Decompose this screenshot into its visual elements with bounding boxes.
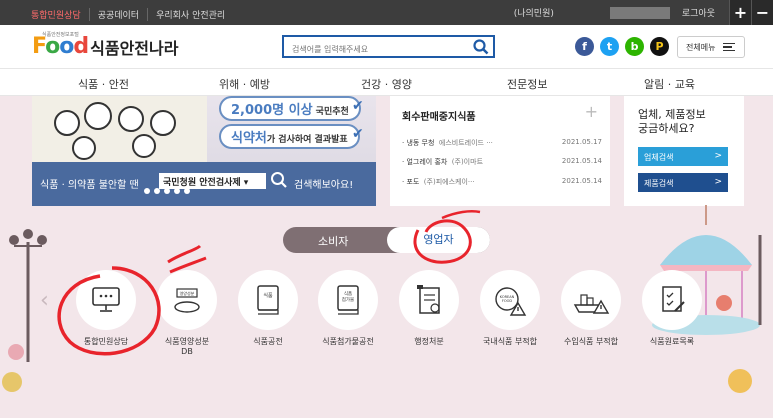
svg-text:FOOD: FOOD <box>502 299 513 303</box>
service-additive-code[interactable]: 식품 첨가물 <box>318 270 378 330</box>
banner-select-box: 국민청원 안전검사제 ▾ <box>159 173 266 189</box>
recall-item[interactable]: · 냉동 무청 에스비트레이드 ··· 2021.05.17 <box>402 138 602 148</box>
company-search-button[interactable]: 업체검색 > <box>638 147 728 166</box>
nav-health-nutrition[interactable]: 건강 · 영양 <box>361 76 412 92</box>
banner-pill-inspect: 식약처가 검사하여 결과발표 <box>219 124 360 149</box>
nav-expert-info[interactable]: 전문정보 <box>507 76 547 92</box>
nav-notice-education[interactable]: 알림 · 교육 <box>644 76 695 92</box>
logo-name: 식품안전나라 <box>90 39 179 58</box>
my-complaints-link[interactable]: (나의민원) <box>514 6 554 19</box>
zoom-out-button[interactable]: − <box>751 0 773 25</box>
service-label: 식품첨가물공전 <box>322 337 374 346</box>
blog-icon[interactable]: b <box>625 37 644 56</box>
toggle-consumer[interactable]: 소비자 <box>318 233 348 249</box>
svg-text:식품: 식품 <box>263 292 273 299</box>
main-nav: 식품 · 안전 위해 · 예방 건강 · 영양 전문정보 알림 · 교육 <box>0 68 773 96</box>
service-label: 수입식품 부적합 <box>563 337 619 346</box>
top-utility-bar: 통합민원상담 공공데이터 우리회사 안전관리 (나의민원) 로그아웃 + − <box>0 0 773 25</box>
magnifier-icon <box>270 171 288 192</box>
search-box <box>282 35 495 59</box>
twitter-icon[interactable]: t <box>600 37 619 56</box>
chevron-right-icon: > <box>714 151 722 161</box>
recall-panel: 회수판매중지식품 + · 냉동 무청 에스비트레이드 ··· 2021.05.17… <box>390 96 610 206</box>
nutrition-plate-icon: 영양성분 <box>174 288 200 313</box>
logout-link[interactable]: 로그아웃 <box>682 6 715 19</box>
search-icon[interactable] <box>473 39 489 59</box>
service-label: 통합민원상담 <box>83 337 129 346</box>
service-consult[interactable] <box>76 270 136 330</box>
svg-text:영양성분: 영양성분 <box>180 290 195 296</box>
service-ingredient-list[interactable] <box>642 270 702 330</box>
user-name-redacted <box>609 6 670 19</box>
check-icon: ✔ <box>352 126 364 142</box>
import-ship-warning-icon <box>573 294 610 314</box>
info-title: 업체, 제품정보 궁금하세요? <box>638 108 706 135</box>
recall-more-button[interactable]: + <box>585 102 598 121</box>
service-label: 행정처분 <box>414 337 444 346</box>
street-lamp-illustration <box>2 229 47 392</box>
product-search-button[interactable]: 제품검색 > <box>638 173 728 192</box>
hamburger-icon <box>723 41 736 54</box>
check-icon: ✔ <box>352 98 364 114</box>
korean-food-warning-icon: KOREANFOOD <box>495 287 527 316</box>
recall-item[interactable]: · 포도 (주)피에스케이··· 2021.05.14 <box>402 177 602 187</box>
service-label: 식품공전 <box>253 337 283 346</box>
banner-pagination[interactable] <box>144 188 190 194</box>
service-label: 식품영양성분 DB <box>164 337 210 356</box>
service-administrative[interactable] <box>399 270 459 330</box>
toggle-business[interactable]: 영업자 <box>387 227 490 253</box>
logo-subtitle: 식품안전정보포털 <box>42 32 79 38</box>
monitor-chat-icon <box>92 287 120 312</box>
top-link-open-data[interactable]: 공공데이터 <box>88 8 147 21</box>
user-type-toggle: 소비자 영업자 <box>283 227 490 253</box>
service-nutrition-db[interactable]: 영양성분 <box>157 270 217 330</box>
chevron-right-icon: > <box>714 177 722 187</box>
recall-item[interactable]: · 얼그레이 홍차 (주)이마트 2021.05.14 <box>402 157 602 167</box>
top-link-company-safety[interactable]: 우리회사 안전관리 <box>147 8 233 21</box>
service-food-code[interactable]: 식품 <box>238 270 298 330</box>
food-book-icon: 식품 <box>257 285 279 315</box>
facebook-icon[interactable]: f <box>575 37 594 56</box>
additive-book-icon: 식품첨가물 <box>337 285 359 315</box>
sns-links: f t b P <box>575 37 669 56</box>
company-info-panel: 업체, 제품정보 궁금하세요? 업체검색 > 제품검색 > <box>624 96 744 206</box>
nav-hazard-prevention[interactable]: 위해 · 예방 <box>219 76 270 92</box>
post-icon[interactable]: P <box>650 37 669 56</box>
recall-title: 회수판매중지식품 <box>402 112 476 123</box>
service-label: 국내식품 부적합 <box>482 337 538 346</box>
carousel-prev-arrow[interactable]: ‹ <box>40 288 49 313</box>
top-links: 통합민원상담 공공데이터 우리회사 안전관리 <box>31 8 233 21</box>
top-link-consult[interactable]: 통합민원상담 <box>31 8 89 21</box>
administrative-document-icon <box>417 285 440 314</box>
service-label: 식품원료목록 <box>649 337 695 346</box>
svg-text:첨가물: 첨가물 <box>342 296 354 303</box>
site-logo[interactable]: 식품안전정보포털 Food 식품안전나라 <box>32 32 179 59</box>
banner-bottom-text: 식품 · 의약품 불안할 땐 <box>40 180 139 191</box>
zoom-in-button[interactable]: + <box>729 0 751 25</box>
all-menu-button[interactable]: 전체메뉴 <box>677 36 745 58</box>
svg-text:식품: 식품 <box>344 290 352 297</box>
banner-pill-recommend: 2,000명 이상 국민추천 <box>219 96 361 121</box>
service-import-unfit[interactable] <box>561 270 621 330</box>
ingredient-checklist-icon <box>662 286 685 312</box>
banner-bottom-cta: 검색해보아요! <box>294 180 354 191</box>
search-input[interactable] <box>284 40 464 59</box>
banner-bottom-strip: 식품 · 의약품 불안할 땐 국민청원 안전검사제 ▾ 검색해보아요! <box>32 162 376 206</box>
service-domestic-unfit[interactable]: KOREAN FOOD <box>480 270 540 330</box>
nav-food-safety[interactable]: 식품 · 안전 <box>78 76 129 92</box>
petition-banner[interactable]: 2,000명 이상 국민추천 ✔ 식약처가 검사하여 결과발표 ✔ 식품 · 의… <box>32 96 376 206</box>
all-menu-label: 전체메뉴 <box>686 42 716 52</box>
site-header: 식품안전정보포털 Food 식품안전나라 f t b P 전체메뉴 <box>0 25 773 68</box>
